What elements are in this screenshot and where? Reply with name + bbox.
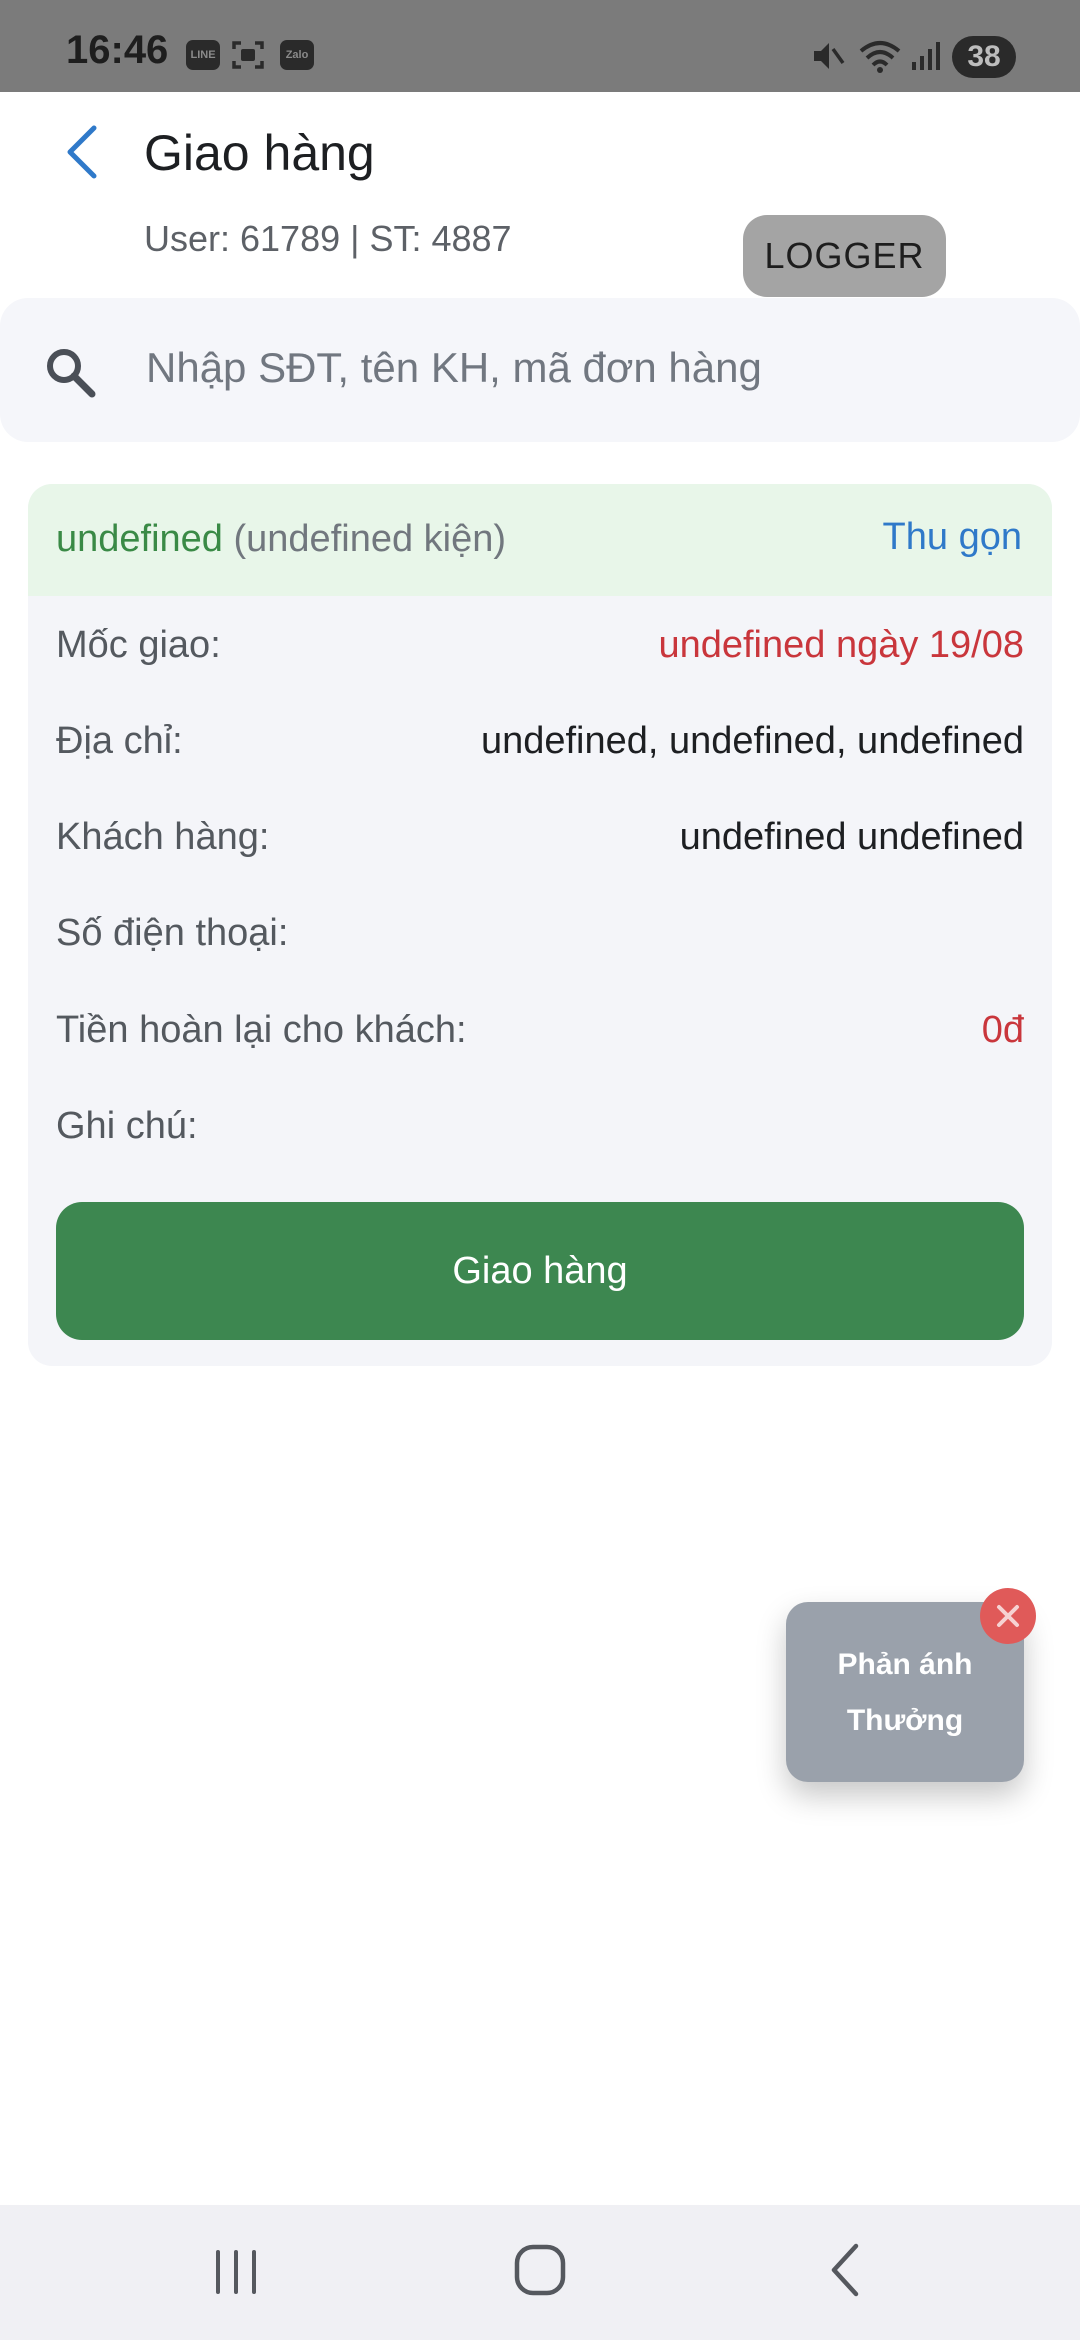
search-bar: [0, 298, 1080, 442]
field-label: Ghi chú:: [56, 1105, 198, 1147]
home-icon: [514, 2244, 566, 2296]
phone-row: Số điện thoại:: [56, 912, 1024, 968]
order-package-count: (undefined kiện): [233, 518, 507, 560]
home-button[interactable]: [512, 2242, 568, 2298]
mute-icon: [810, 38, 846, 74]
search-icon: [47, 349, 96, 398]
address-value: undefined, undefined, undefined: [480, 720, 1024, 762]
wifi-icon: [858, 38, 902, 74]
deliver-button[interactable]: Giao hàng: [56, 1202, 1024, 1340]
field-label: Mốc giao:: [56, 624, 221, 666]
refund-value: 0đ: [981, 1009, 1024, 1051]
delivery-deadline-row: Mốc giao: undefined ngày 19/08: [56, 624, 1024, 680]
recent-apps-button[interactable]: [208, 2244, 264, 2300]
logger-button[interactable]: LOGGER: [743, 215, 946, 297]
line-app-icon: LINE: [186, 40, 220, 70]
widget-line-2: Thưởng: [846, 1704, 964, 1737]
note-row: Ghi chú:: [56, 1105, 1024, 1161]
status-time: 16:46: [66, 28, 169, 72]
address-row: Địa chỉ: undefined, undefined, undefined: [56, 720, 1024, 776]
order-card-header: undefined (undefined kiện) Thu gọn: [28, 484, 1052, 596]
refund-row: Tiền hoàn lại cho khách: 0đ: [56, 1009, 1024, 1065]
close-icon: [997, 1605, 1019, 1627]
field-label: Địa chỉ:: [56, 720, 183, 762]
recent-apps-icon: [216, 2250, 256, 2294]
back-icon: [831, 2243, 859, 2297]
order-card: undefined (undefined kiện) Thu gọn Mốc g…: [28, 484, 1052, 1366]
back-button[interactable]: [54, 118, 114, 188]
order-name: undefined: [56, 518, 223, 560]
widget-line-1: Phản ánh: [837, 1648, 973, 1681]
chevron-left-icon: [67, 125, 97, 179]
widget-close-button[interactable]: [980, 1588, 1036, 1644]
field-label: Số điện thoại:: [56, 912, 289, 954]
battery-level: 38: [967, 40, 1001, 73]
delivery-deadline-value: undefined ngày 19/08: [658, 624, 1024, 666]
customer-value: undefined undefined: [679, 816, 1024, 858]
battery-indicator: 38: [952, 36, 1016, 78]
screenshot-icon: [232, 40, 264, 70]
zalo-app-icon: Zalo: [280, 40, 314, 70]
user-store-info: User: 61789 | ST: 4887: [144, 218, 512, 259]
order-title: undefined (undefined kiện): [56, 518, 506, 561]
field-label: Khách hàng:: [56, 816, 270, 858]
customer-row: Khách hàng: undefined undefined: [56, 816, 1024, 872]
collapse-link[interactable]: Thu gọn: [883, 516, 1022, 559]
system-back-button[interactable]: [818, 2240, 874, 2300]
page-title: Giao hàng: [144, 125, 375, 181]
search-input[interactable]: [146, 338, 1036, 398]
signal-icon: [910, 40, 942, 72]
field-label: Tiền hoàn lại cho khách:: [56, 1009, 467, 1051]
